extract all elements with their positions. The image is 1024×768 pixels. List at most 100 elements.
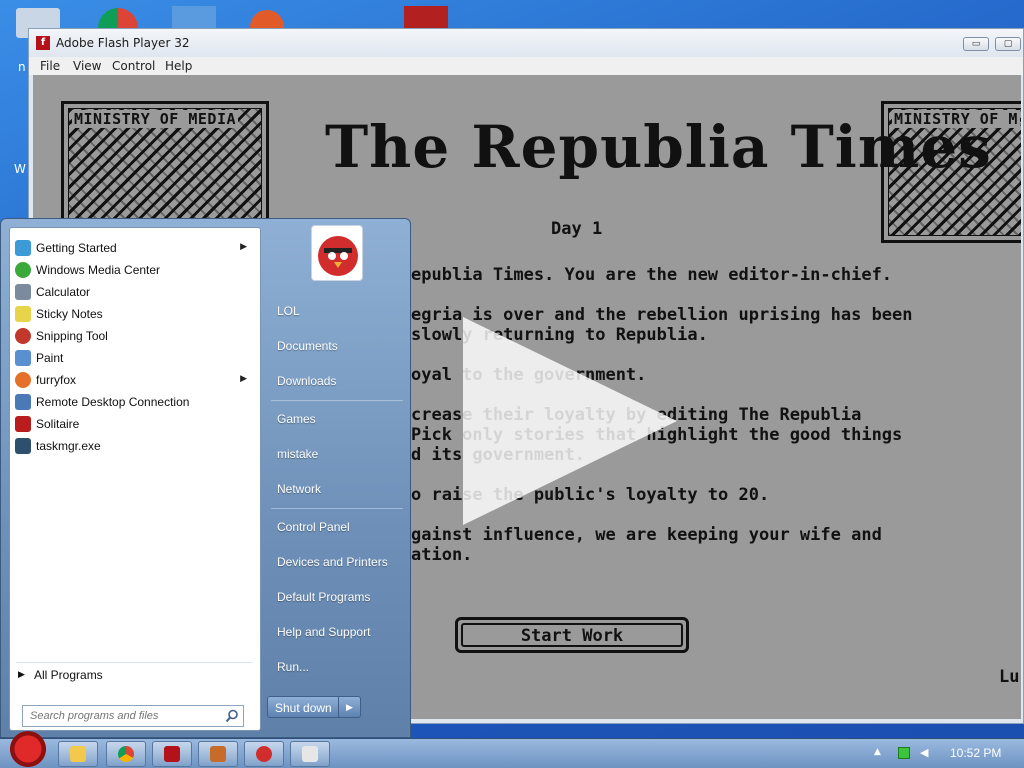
paint-icon: [15, 350, 31, 366]
intro-line: epublia Times. You are the new editor-in…: [411, 265, 893, 285]
desktop-label-n: n: [18, 60, 26, 74]
system-tray: ▲ ◀ 10:52 PM: [864, 739, 1024, 768]
program-calculator[interactable]: Calculator: [13, 281, 257, 303]
place-documents[interactable]: Documents: [267, 333, 405, 359]
place-mistake[interactable]: mistake: [267, 441, 405, 467]
program-solitaire[interactable]: Solitaire: [13, 413, 257, 435]
place-run[interactable]: Run...: [267, 654, 405, 680]
calculator-icon: [15, 284, 31, 300]
program-label: Remote Desktop Connection: [36, 395, 190, 409]
program-label: furryfox: [36, 373, 77, 387]
taskbar-game-app[interactable]: [198, 741, 238, 767]
search-input[interactable]: [23, 706, 219, 726]
program-label: taskmgr.exe: [36, 439, 101, 453]
remote-desktop-icon: [15, 394, 31, 410]
maximize-button[interactable]: ▢: [995, 37, 1021, 51]
place-label: Control Panel: [277, 520, 350, 534]
all-programs-label: All Programs: [34, 668, 103, 682]
divider: [271, 508, 403, 509]
intro-line: gainst influence, we are keeping your wi…: [411, 525, 882, 545]
places-pane: LOL Documents Downloads Games mistake Ne…: [263, 219, 411, 739]
start-menu: Getting Started ▶ Windows Media Center C…: [0, 218, 411, 738]
taskbar-explorer[interactable]: [58, 741, 98, 767]
program-snipping-tool[interactable]: Snipping Tool: [13, 325, 257, 347]
cards-icon: [15, 416, 31, 432]
taskbar-flash-player[interactable]: [152, 741, 192, 767]
flash-icon: f: [36, 36, 50, 50]
program-label: Paint: [36, 351, 64, 365]
chevron-right-icon: ▶: [240, 373, 247, 383]
bird-icon: [256, 746, 272, 762]
minimize-button[interactable]: ▭: [963, 37, 989, 51]
start-button[interactable]: [8, 731, 48, 768]
place-label: Downloads: [277, 374, 337, 388]
firefox-icon: [15, 372, 31, 388]
place-control-panel[interactable]: Control Panel: [267, 514, 405, 540]
program-remote-desktop[interactable]: Remote Desktop Connection: [13, 391, 257, 413]
place-label: Documents: [277, 339, 338, 353]
getting-started-icon: [15, 240, 31, 256]
newspaper-title: The Republia Times: [325, 113, 992, 181]
chevron-up-icon[interactable]: ▲: [874, 747, 886, 759]
program-label: Sticky Notes: [36, 307, 103, 321]
desktop-label-w: W: [14, 162, 26, 176]
window-title: Adobe Flash Player 32: [56, 36, 190, 50]
menu-help[interactable]: Help: [165, 59, 192, 73]
program-paint[interactable]: Paint: [13, 347, 257, 369]
shutdown-label: Shut down: [275, 701, 332, 715]
play-icon[interactable]: [463, 317, 677, 525]
place-devices-printers[interactable]: Devices and Printers: [267, 549, 405, 575]
place-label: Help and Support: [277, 625, 371, 639]
network-icon[interactable]: [898, 747, 910, 759]
program-label: Getting Started: [36, 241, 117, 255]
taskbar-bird-app[interactable]: [244, 741, 284, 767]
title-bar[interactable]: f Adobe Flash Player 32 ▭ ▢: [29, 29, 1023, 57]
cards-icon: [302, 746, 318, 762]
program-label: Windows Media Center: [36, 263, 161, 277]
start-work-button[interactable]: Start Work: [455, 617, 689, 653]
angry-bird-avatar-icon: [318, 236, 358, 276]
place-label: Default Programs: [277, 590, 371, 604]
chevron-right-icon[interactable]: ▶: [338, 697, 360, 717]
avatar[interactable]: [311, 225, 363, 281]
menu-file[interactable]: File: [40, 59, 60, 73]
place-network[interactable]: Network: [267, 476, 405, 502]
chevron-right-icon: ▶: [240, 241, 247, 251]
place-label: Games: [277, 412, 316, 426]
clock[interactable]: 10:52 PM: [950, 746, 1001, 760]
search-icon[interactable]: [225, 709, 239, 723]
taskbar: ▲ ◀ 10:52 PM: [0, 731, 1024, 768]
divider: [271, 400, 403, 401]
program-sticky-notes[interactable]: Sticky Notes: [13, 303, 257, 325]
taskbar-chrome[interactable]: [106, 741, 146, 767]
day-label: Day 1: [551, 219, 603, 239]
place-lol[interactable]: LOL: [267, 298, 405, 324]
scissors-icon: [15, 328, 31, 344]
flash-icon: [164, 746, 180, 762]
place-downloads[interactable]: Downloads: [267, 368, 405, 394]
program-taskmgr[interactable]: taskmgr.exe: [13, 435, 257, 457]
place-games[interactable]: Games: [267, 406, 405, 432]
intro-line: ation.: [411, 545, 473, 565]
taskbar-cards-app[interactable]: [290, 741, 330, 767]
corner-text: Lu: [999, 667, 1020, 687]
place-default-programs[interactable]: Default Programs: [267, 584, 405, 610]
menu-control[interactable]: Control: [112, 59, 155, 73]
start-work-label: Start Work: [461, 623, 683, 647]
place-label: Run...: [277, 660, 310, 674]
program-furryfox[interactable]: furryfox ▶: [13, 369, 257, 391]
volume-icon[interactable]: ◀: [920, 747, 932, 759]
ministry-label: MINISTRY OF MEDIA: [72, 110, 239, 128]
triangle-right-icon: ▶: [18, 669, 25, 679]
program-getting-started[interactable]: Getting Started ▶: [13, 237, 257, 259]
place-help-support[interactable]: Help and Support: [267, 619, 405, 645]
place-label: mistake: [277, 447, 319, 461]
program-media-center[interactable]: Windows Media Center: [13, 259, 257, 281]
sticky-notes-icon: [15, 306, 31, 322]
chrome-icon: [118, 746, 134, 762]
menu-view[interactable]: View: [73, 59, 101, 73]
divider: [16, 662, 252, 663]
place-label: Devices and Printers: [277, 555, 388, 569]
shutdown-button[interactable]: Shut down ▶: [267, 696, 361, 718]
folder-icon: [70, 746, 86, 762]
